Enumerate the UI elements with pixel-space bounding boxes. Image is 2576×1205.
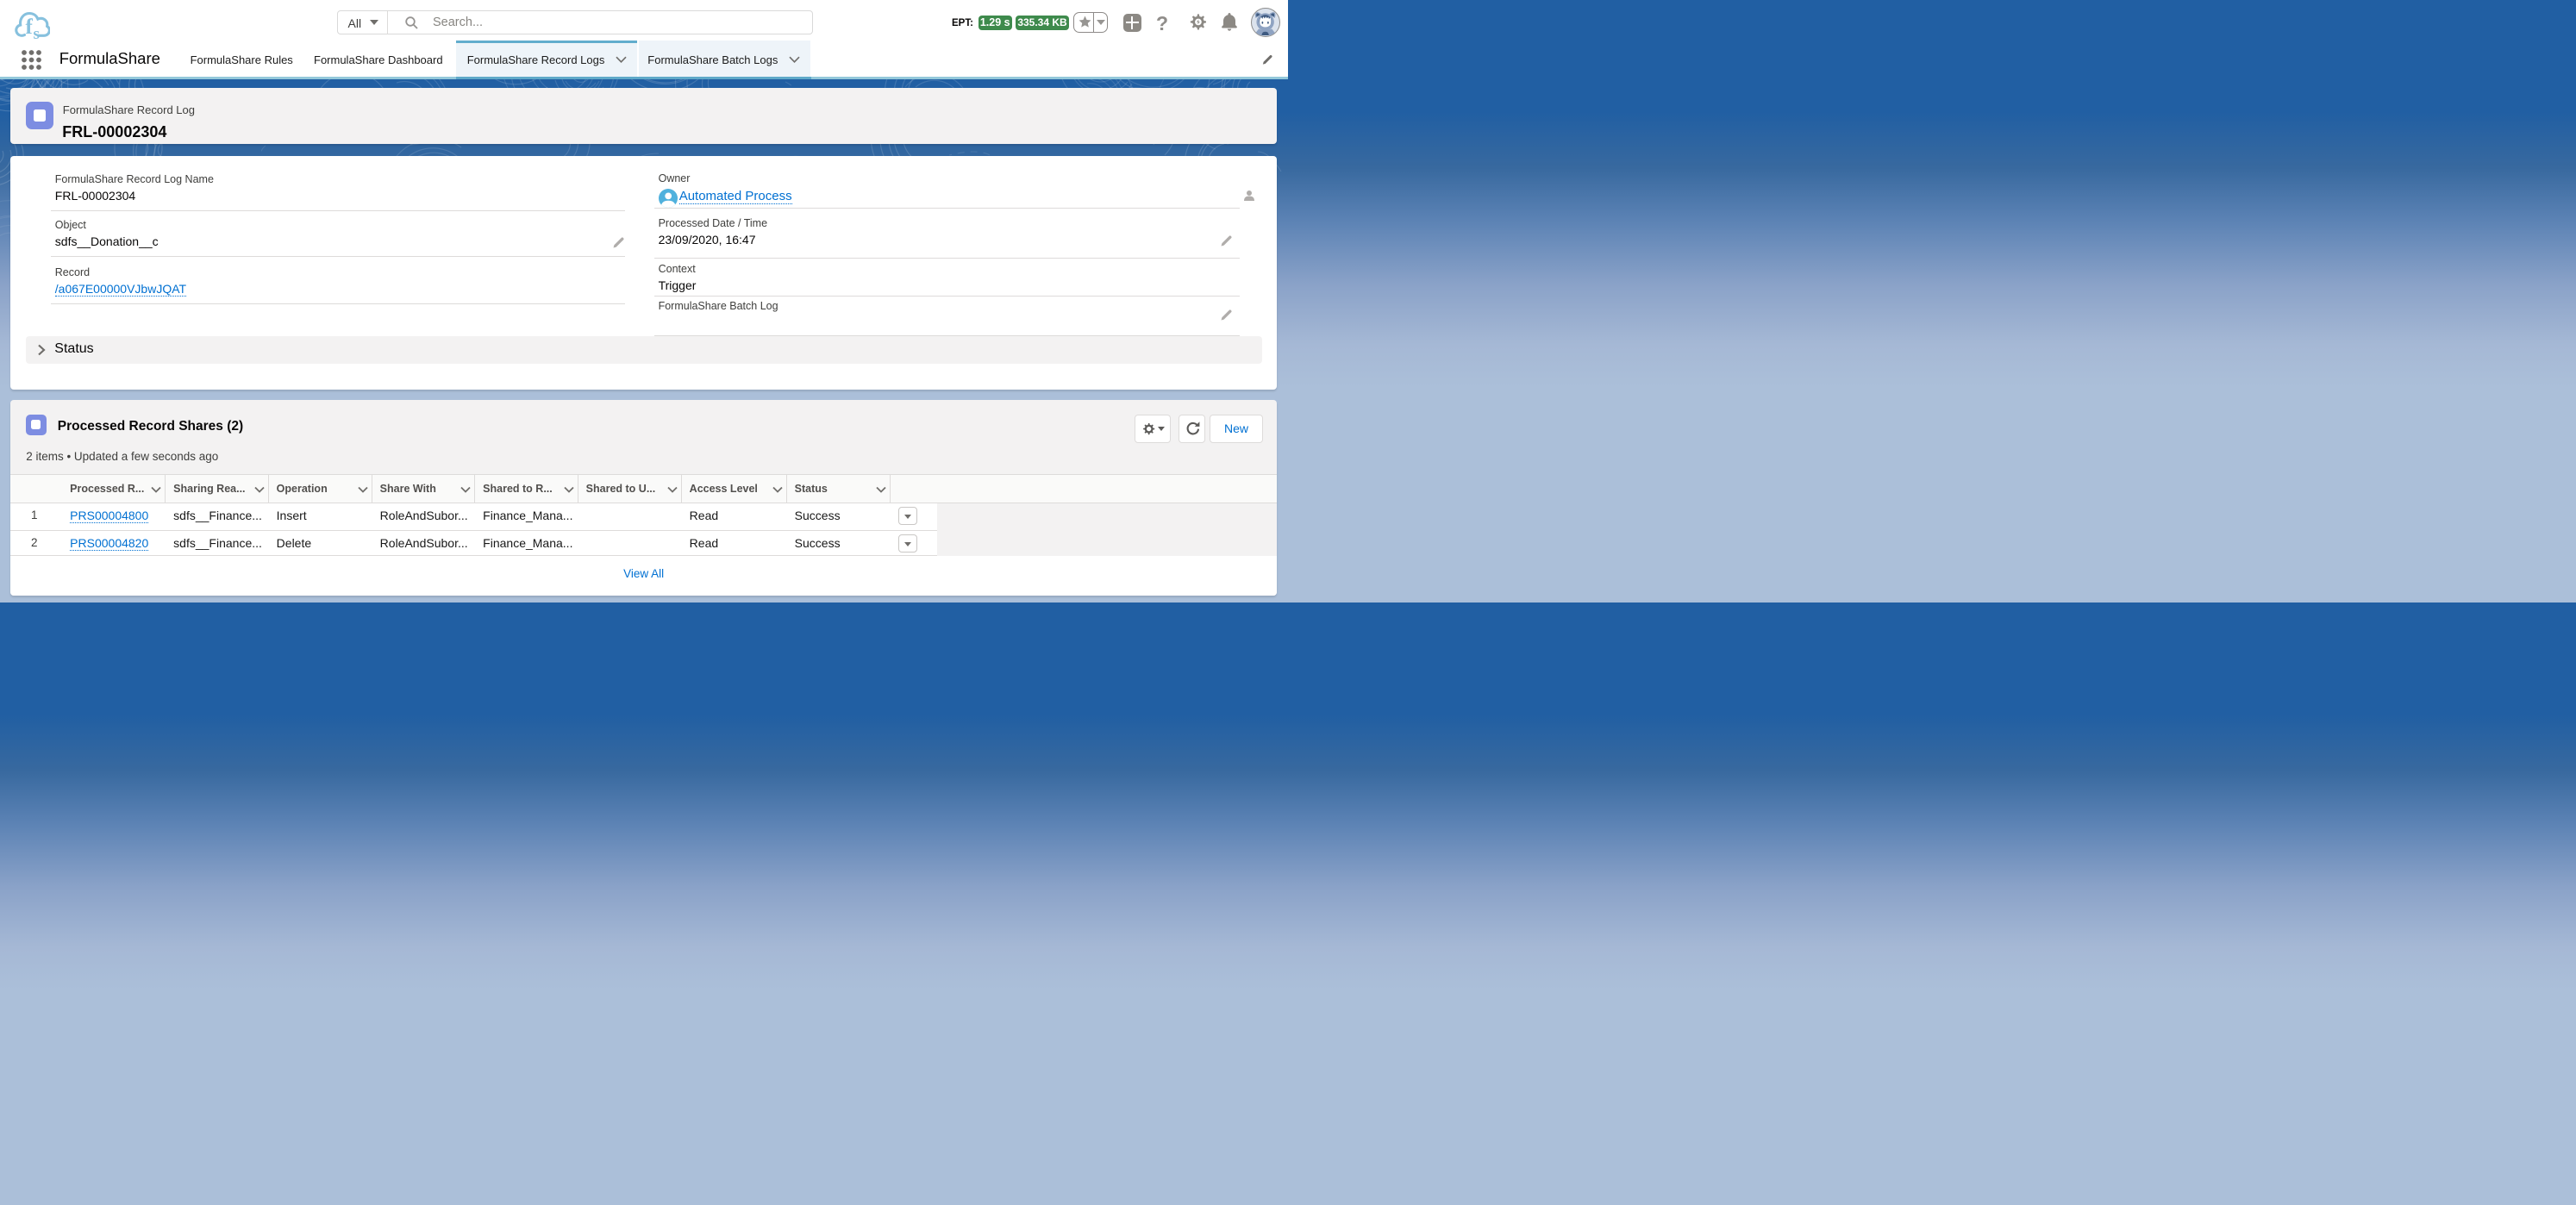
svg-text:f: f <box>26 16 34 39</box>
svg-text:s: s <box>34 25 40 40</box>
